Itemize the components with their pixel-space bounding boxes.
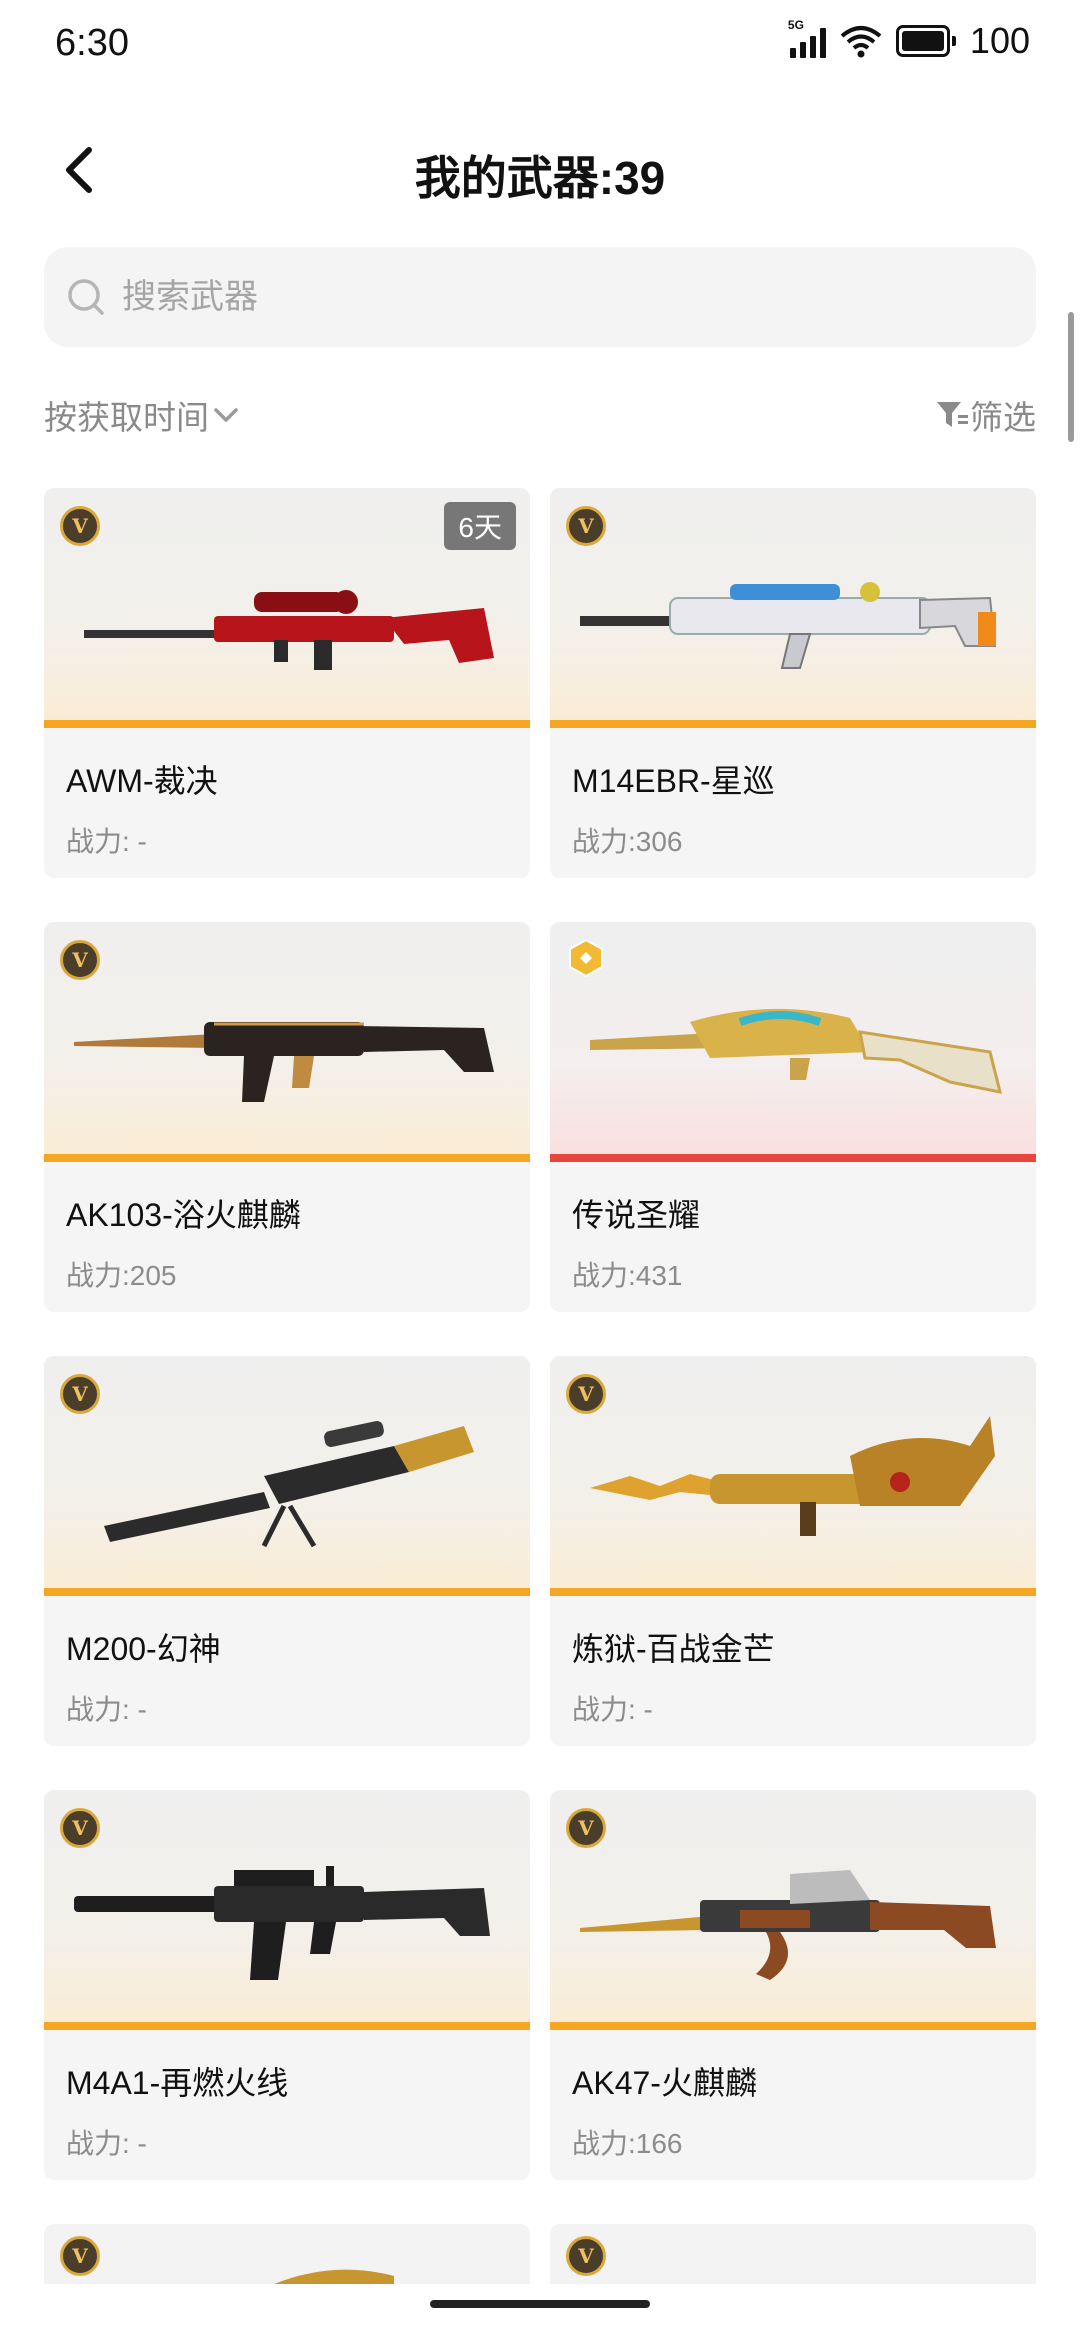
- weapon-card[interactable]: V: [550, 2224, 1036, 2284]
- cellular-signal-icon: 5G: [788, 18, 826, 58]
- weapon-card[interactable]: V 6天 AWM-裁决 战力: -: [44, 488, 530, 878]
- assault-rifle-icon: [74, 1022, 494, 1102]
- weapon-image-area: V: [550, 488, 1036, 728]
- filter-icon: [937, 402, 968, 427]
- sort-bar: 按获取时间 筛选: [44, 390, 1036, 440]
- weapon-image-area: V: [44, 1790, 530, 2030]
- filter-button[interactable]: 筛选: [934, 391, 1036, 439]
- home-indicator[interactable]: [430, 2300, 650, 2308]
- weapon-card[interactable]: V M14EBR-星巡 战力:306: [550, 488, 1036, 878]
- v-icon: V: [566, 2236, 606, 2276]
- scrollbar[interactable]: [1068, 312, 1074, 442]
- weapon-grid: V 6天 AWM-裁决 战力: - V M14EBR-星巡 战力:306 V A…: [44, 488, 1036, 2180]
- weapon-image-area: V 6天: [44, 488, 530, 728]
- legendary-rifle-icon: [590, 1008, 1003, 1094]
- header: 我的武器:39: [0, 120, 1080, 230]
- weapon-name: AWM-裁决: [66, 763, 218, 799]
- sniper-rifle-icon: [84, 590, 494, 670]
- status-icons: 5G 100: [788, 18, 1030, 62]
- status-bar: 6:30 5G 100: [0, 0, 1080, 90]
- weapon-image-area: V: [44, 1356, 530, 1596]
- weapon-name: AK103-浴火麒麟: [66, 1197, 301, 1233]
- wifi-icon: [840, 26, 882, 58]
- battery-icon: [895, 25, 950, 57]
- sniper-rifle-icon: [104, 1421, 474, 1548]
- status-time: 6:30: [55, 22, 129, 64]
- page-title: 我的武器:39: [414, 152, 666, 204]
- search-input[interactable]: [120, 276, 1004, 318]
- weapon-power: 战力: -: [572, 1694, 653, 1725]
- network-type: 5G: [787, 18, 804, 32]
- weapon-card[interactable]: V: [44, 2224, 530, 2284]
- assault-rifle-icon: [580, 1870, 996, 1980]
- weapon-power: 战力: -: [66, 826, 147, 857]
- weapon-power: 战力:166: [572, 2128, 683, 2159]
- dragon-gun-icon: [590, 1416, 995, 1536]
- weapon-name: 传说圣耀: [572, 1197, 701, 1233]
- weapon-card[interactable]: V AK103-浴火麒麟 战力:205: [44, 922, 530, 1312]
- sort-label: 按获取时间: [44, 399, 209, 436]
- battery-level: 100: [969, 20, 1030, 61]
- weapon-card[interactable]: V 炼狱-百战金芒 战力: -: [550, 1356, 1036, 1746]
- filter-label: 筛选: [970, 399, 1036, 436]
- weapon-image-area: V: [550, 1790, 1036, 2030]
- weapon-name: M4A1-再燃火线: [66, 2065, 289, 2101]
- weapon-name: AK47-火麒麟: [572, 2065, 757, 2101]
- sort-dropdown[interactable]: 按获取时间: [44, 391, 243, 439]
- weapon-image-area: [550, 922, 1036, 1162]
- next-row-partial: V V: [44, 2224, 1036, 2284]
- weapon-name: 炼狱-百战金芒: [572, 1631, 775, 1667]
- weapon-power: 战力:205: [66, 1260, 177, 1291]
- weapon-power: 战力: -: [66, 2128, 147, 2159]
- weapon-name: M14EBR-星巡: [572, 763, 775, 799]
- chevron-down-icon: [214, 408, 238, 422]
- weapon-name: M200-幻神: [66, 1631, 221, 1667]
- weapon-card[interactable]: V AK47-火麒麟 战力:166: [550, 1790, 1036, 2180]
- weapon-power: 战力:431: [572, 1260, 683, 1291]
- weapon-power: 战力:306: [572, 826, 683, 857]
- weapon-card[interactable]: V M4A1-再燃火线 战力: -: [44, 1790, 530, 2180]
- weapon-image-area: V: [44, 922, 530, 1162]
- v-icon: V: [60, 2236, 100, 2276]
- weapon-image-area: V: [550, 1356, 1036, 1596]
- search-icon: [68, 279, 104, 315]
- weapon-card[interactable]: 传说圣耀 战力:431: [550, 922, 1036, 1312]
- search-box[interactable]: [44, 247, 1036, 347]
- assault-rifle-icon: [74, 1866, 490, 1980]
- weapon-card[interactable]: V M200-幻神 战力: -: [44, 1356, 530, 1746]
- weapon-power: 战力: -: [66, 1694, 147, 1725]
- weapon-art-partial: [274, 2269, 394, 2284]
- battle-rifle-icon: [580, 582, 997, 669]
